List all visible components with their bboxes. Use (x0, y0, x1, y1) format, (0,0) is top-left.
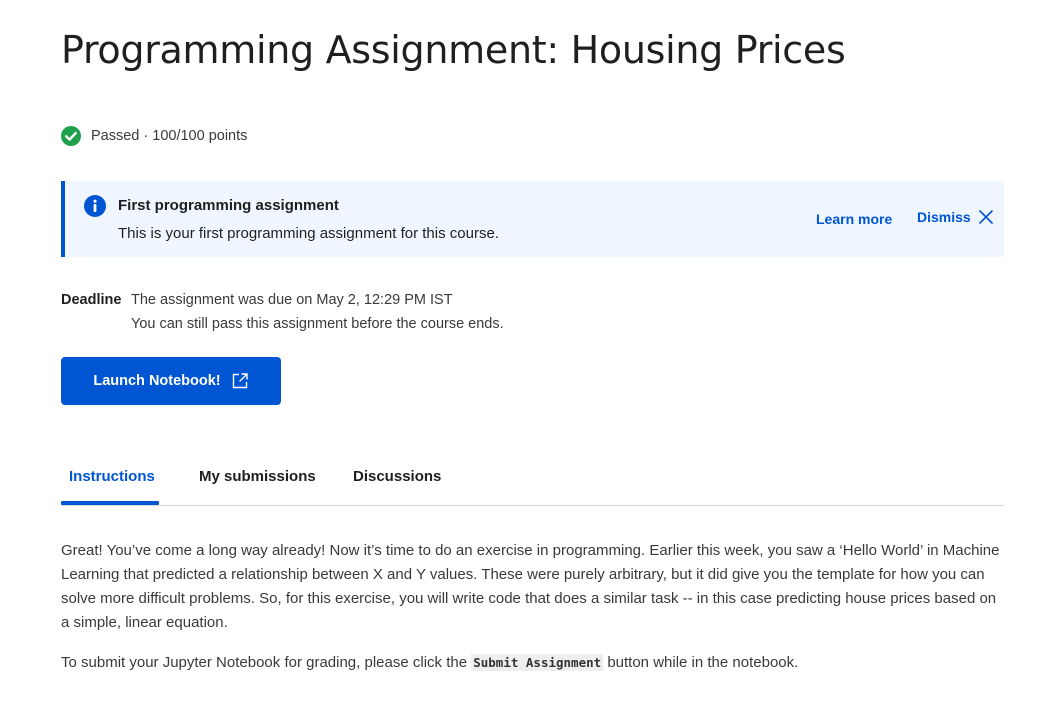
external-link-icon (231, 372, 249, 390)
learn-more-link[interactable]: Learn more (816, 211, 892, 227)
status-text: Passed · 100/100 points (91, 128, 248, 144)
dismiss-label: Dismiss (917, 209, 971, 225)
deadline-note: You can still pass this assignment befor… (131, 316, 504, 332)
launch-notebook-button[interactable]: Launch Notebook! (61, 357, 281, 405)
page-title: Programming Assignment: Housing Prices (61, 28, 846, 72)
instructions-content: Great! You’ve come a long way already! N… (61, 539, 1001, 675)
dismiss-button[interactable]: Dismiss (917, 209, 993, 225)
deadline-label: Deadline (61, 292, 122, 308)
close-icon (978, 210, 993, 224)
check-circle-icon (61, 126, 81, 146)
deadline-date: The assignment was due on May 2, 12:29 P… (131, 292, 453, 308)
launch-label: Launch Notebook! (93, 373, 221, 389)
tab-instructions[interactable]: Instructions (69, 468, 155, 485)
tab-bar: Instructions My submissions Discussions (61, 456, 1004, 506)
info-icon (84, 195, 106, 217)
submit-text-before: To submit your Jupyter Notebook for grad… (61, 654, 472, 671)
assignment-page: Programming Assignment: Housing Prices P… (0, 0, 1061, 702)
submit-instructions: To submit your Jupyter Notebook for grad… (61, 651, 1001, 675)
banner-title: First programming assignment (118, 197, 339, 214)
banner-text: This is your first programming assignmen… (118, 225, 499, 242)
tab-discussions[interactable]: Discussions (353, 468, 441, 485)
active-tab-indicator (61, 501, 159, 505)
info-banner: First programming assignment This is you… (61, 181, 1004, 257)
submit-assignment-code: Submit Assignment (471, 654, 604, 671)
tab-my-submissions[interactable]: My submissions (199, 468, 316, 485)
instructions-paragraph: Great! You’ve come a long way already! N… (61, 542, 1000, 631)
submit-text-after: button while in the notebook. (603, 654, 799, 671)
grade-status: Passed · 100/100 points (61, 126, 247, 146)
